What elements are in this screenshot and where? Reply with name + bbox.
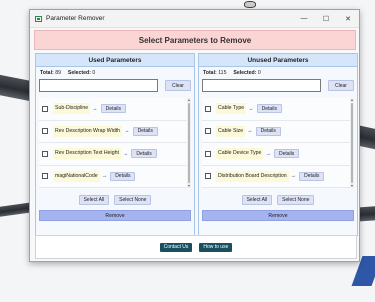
scroll-thumb[interactable] — [351, 103, 353, 183]
page-title: Select Parameters to Remove — [34, 30, 356, 50]
arrow-icon: → — [247, 128, 253, 135]
parameter-name: Sub-Discipline — [53, 103, 91, 115]
list-item: Rev Description Wrap Width → Details — [39, 121, 191, 143]
arrow-icon: → — [122, 150, 129, 157]
unused-parameters-panel: Unused Parameters Total: 115 Selected: 0… — [198, 53, 358, 236]
arrow-icon: → — [101, 173, 108, 180]
details-button[interactable]: Details — [100, 104, 126, 114]
details-button[interactable]: Details — [299, 171, 325, 181]
maximize-icon[interactable]: ☐ — [315, 15, 337, 23]
total-label: Total: — [203, 70, 217, 76]
details-button[interactable]: Details — [131, 149, 157, 159]
used-parameters-header: Used Parameters — [36, 54, 194, 67]
arrow-icon: → — [248, 105, 254, 112]
close-icon[interactable]: ✕ — [337, 15, 359, 23]
minimize-icon[interactable]: — — [293, 15, 315, 22]
checkbox[interactable] — [42, 150, 48, 157]
window-title: Parameter Remover — [46, 15, 105, 22]
list-item: magiNationalCode → Details — [39, 166, 191, 188]
unused-parameters-header: Unused Parameters — [199, 54, 357, 67]
details-button[interactable]: Details — [255, 126, 281, 136]
contact-us-button[interactable]: Contact Us — [159, 242, 193, 252]
scroll-up-icon[interactable]: ▲ — [187, 98, 191, 102]
footer: Contact Us How to use — [35, 235, 357, 259]
arrow-icon: → — [290, 173, 297, 180]
scrollbar[interactable]: ▲ ▼ — [350, 98, 354, 188]
checkbox[interactable] — [205, 128, 211, 135]
used-select-none-button[interactable]: Select None — [114, 195, 152, 205]
used-remove-button[interactable]: Remove — [39, 210, 191, 221]
title-bar: Parameter Remover — ☐ ✕ — [30, 10, 359, 28]
arrow-icon: → — [124, 128, 130, 135]
parameter-name: Cable Device Type — [216, 148, 264, 160]
selected-label: Selected: — [233, 70, 257, 76]
parameter-name: Rev Description Text Height — [53, 148, 121, 160]
unused-counts: Total: 115 Selected: 0 — [199, 67, 357, 77]
app-icon — [35, 15, 42, 22]
unused-search-input[interactable] — [202, 79, 321, 92]
parameter-name: Rev Description Wrap Width — [53, 125, 123, 137]
parameter-remover-window: Parameter Remover — ☐ ✕ Select Parameter… — [29, 9, 360, 262]
details-button[interactable]: Details — [132, 126, 158, 136]
scroll-thumb[interactable] — [188, 103, 190, 183]
total-count: 89 — [55, 70, 61, 76]
details-button[interactable]: Details — [273, 149, 300, 159]
scrollbar[interactable]: ▲ ▼ — [187, 98, 191, 188]
list-item: Cable Device Type → Details — [202, 143, 354, 166]
list-item: Rev Description Text Height → Details — [39, 143, 191, 166]
details-button[interactable]: Details — [256, 104, 282, 114]
parameter-name: magiNationalCode — [53, 170, 100, 182]
list-item: Distribution Board Description → Details — [202, 166, 354, 188]
unused-select-none-button[interactable]: Select None — [277, 195, 315, 205]
selected-count: 0 — [257, 70, 261, 76]
unused-remove-button[interactable]: Remove — [202, 210, 354, 221]
checkbox[interactable] — [42, 173, 48, 180]
total-count: 115 — [218, 70, 227, 76]
selected-label: Selected: — [67, 70, 91, 76]
list-item: Cable Size → Details — [202, 121, 354, 143]
list-item: Cable Type → Details — [202, 98, 354, 121]
selected-count: 0 — [92, 70, 96, 76]
checkbox[interactable] — [205, 105, 211, 112]
checkbox[interactable] — [205, 173, 211, 180]
used-parameters-panel: Used Parameters Total: 89 Selected: 0 Cl… — [35, 53, 195, 236]
unused-select-all-button[interactable]: Select All — [241, 195, 273, 205]
used-search-input[interactable] — [39, 79, 158, 92]
background-object — [244, 1, 256, 8]
checkbox[interactable] — [42, 105, 48, 112]
unused-parameter-list[interactable]: Cable Type → Details Cable Size → Detail… — [202, 98, 354, 188]
checkbox[interactable] — [42, 128, 48, 135]
scroll-down-icon[interactable]: ▼ — [350, 184, 354, 188]
how-to-use-button[interactable]: How to use — [199, 242, 233, 252]
total-label: Total: — [40, 70, 54, 76]
arrow-icon: → — [265, 150, 271, 157]
used-clear-button[interactable]: Clear — [165, 80, 191, 91]
parameter-name: Cable Type — [216, 103, 247, 115]
scroll-up-icon[interactable]: ▲ — [350, 98, 354, 102]
used-select-all-button[interactable]: Select All — [78, 195, 110, 205]
list-item: Sub-Discipline → Details — [39, 98, 191, 121]
used-counts: Total: 89 Selected: 0 — [36, 67, 194, 77]
details-button[interactable]: Details — [110, 171, 136, 181]
parameter-name: Distribution Board Description — [216, 170, 289, 182]
scroll-down-icon[interactable]: ▼ — [187, 184, 191, 188]
checkbox[interactable] — [205, 150, 211, 157]
used-parameter-list[interactable]: Sub-Discipline → Details Rev Description… — [39, 98, 191, 188]
unused-clear-button[interactable]: Clear — [328, 80, 354, 91]
arrow-icon: → — [92, 105, 98, 112]
parameter-name: Cable Size — [216, 125, 246, 137]
